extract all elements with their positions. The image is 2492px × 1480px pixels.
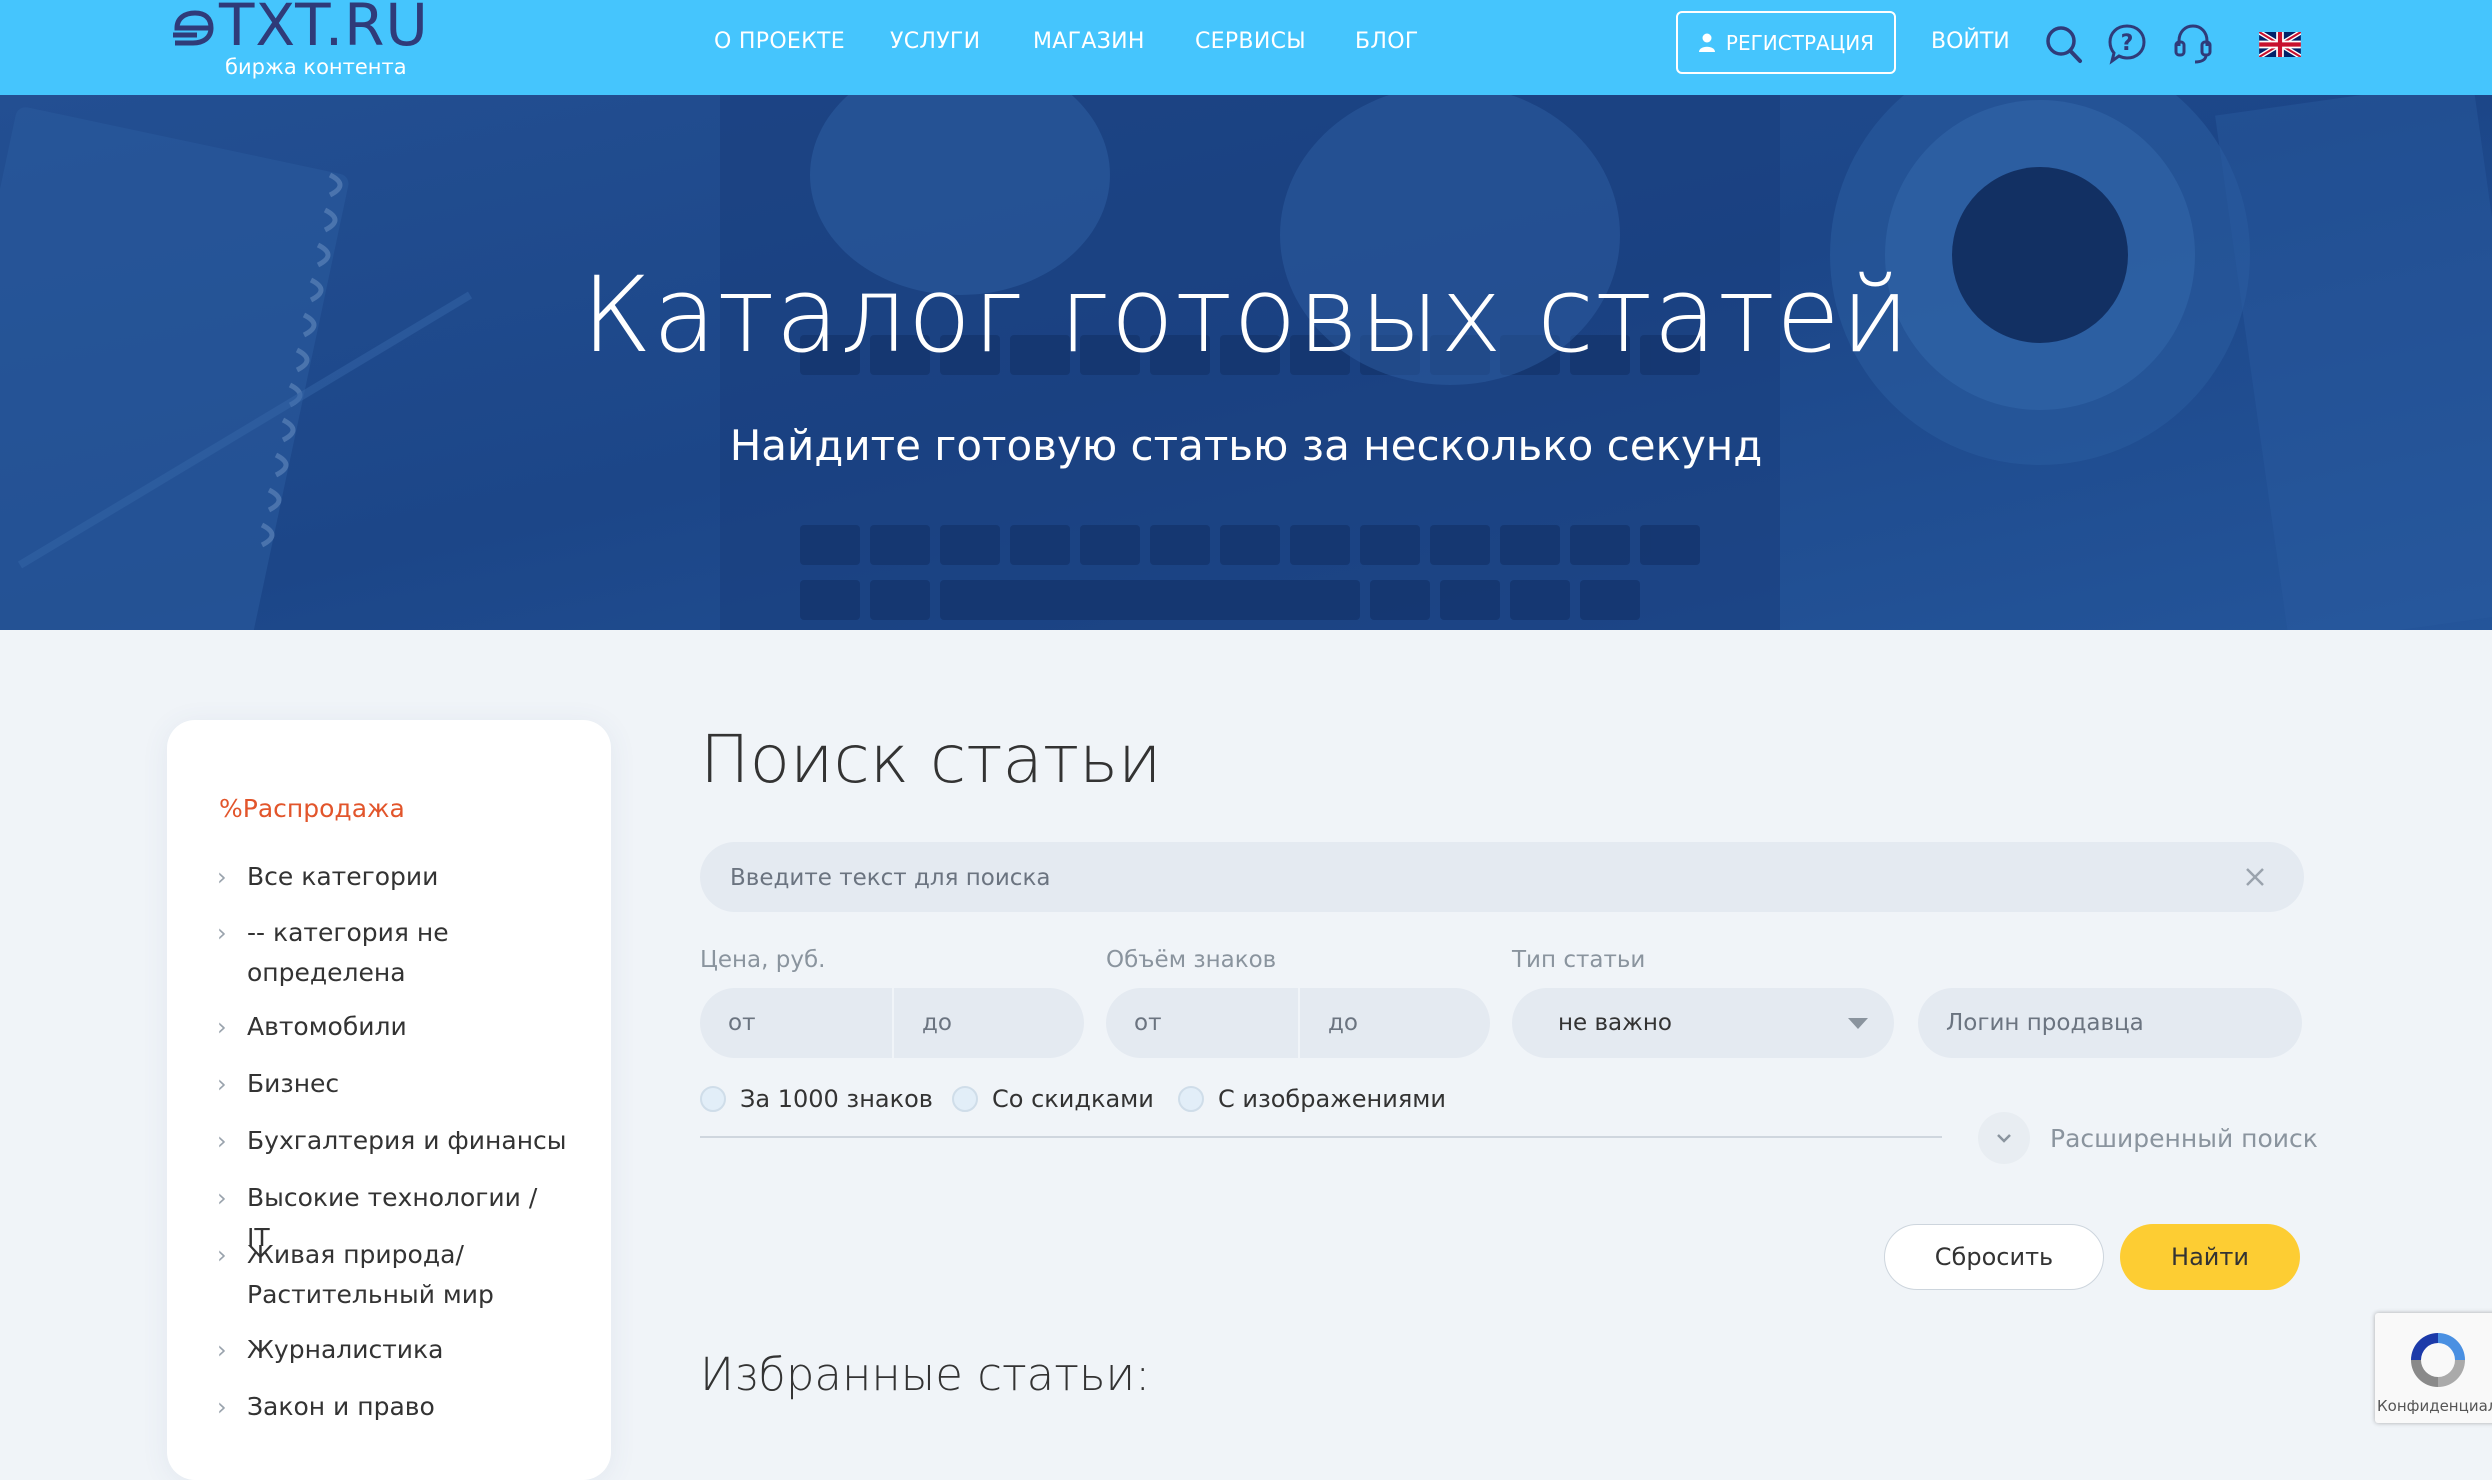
register-label: РЕГИСТРАЦИЯ	[1725, 30, 1875, 55]
logo-text: TXT.RU	[219, 0, 429, 59]
percent-icon: %	[219, 794, 243, 823]
chevron-right-icon: ›	[217, 863, 227, 891]
top-header: TXT.RU биржа контента О ПРОЕКТЕ УСЛУГИ М…	[0, 0, 2492, 95]
hero-banner: Каталог готовых статей Найдите готовую с…	[0, 95, 2492, 630]
checkbox-per-1000[interactable]: За 1000 знаков	[700, 1084, 933, 1114]
advanced-search-label: Расширенный поиск	[2050, 1123, 2318, 1153]
login-link[interactable]: ВОЙТИ	[1931, 29, 2010, 54]
sale-label: Распродажа	[242, 794, 405, 823]
user-icon	[1698, 33, 1715, 52]
article-type-select[interactable]: не важно	[1512, 988, 1894, 1058]
price-from-field[interactable]: от	[700, 988, 892, 1058]
checkbox-images[interactable]: С изображениями	[1178, 1084, 1446, 1114]
svg-text:?: ?	[2121, 31, 2134, 56]
close-icon[interactable]	[2240, 862, 2270, 892]
sidebar-item-cars[interactable]: Автомобили	[247, 1007, 567, 1047]
checkbox-discounts[interactable]: Со скидками	[952, 1084, 1154, 1114]
checkbox-label: Со скидками	[992, 1085, 1154, 1113]
sidebar-item-undefined[interactable]: -- категория не определена	[247, 913, 567, 993]
uk-flag-icon[interactable]	[2259, 32, 2301, 57]
category-sidebar: %Распродажа › Все категории › -- категор…	[167, 720, 611, 1480]
search-icon[interactable]	[2044, 22, 2084, 66]
chevron-right-icon: ›	[217, 1070, 227, 1098]
checkbox-label: За 1000 знаков	[740, 1085, 933, 1113]
hero-title: Каталог готовых статей	[581, 254, 1911, 376]
chevron-right-icon: ›	[217, 1336, 227, 1364]
chevron-right-icon: ›	[217, 919, 227, 947]
price-label: Цена, руб.	[700, 947, 826, 973]
register-button[interactable]: РЕГИСТРАЦИЯ	[1676, 11, 1896, 74]
sidebar-item-all[interactable]: Все категории	[247, 857, 567, 897]
seller-login-field[interactable]: Логин продавца	[1918, 988, 2302, 1058]
chevron-right-icon: ›	[217, 1013, 227, 1041]
chevron-down-icon	[1848, 1018, 1868, 1029]
recaptcha-label: Конфиденциал	[2377, 1397, 2492, 1415]
nav-item-about[interactable]: О ПРОЕКТЕ	[714, 29, 845, 54]
volume-to-field[interactable]: до	[1300, 988, 1490, 1058]
site-logo[interactable]: TXT.RU биржа контента	[167, 0, 457, 86]
recaptcha-icon	[2411, 1333, 2465, 1387]
nav-item-blog[interactable]: БЛОГ	[1355, 29, 1419, 54]
chevron-right-icon: ›	[217, 1184, 227, 1212]
type-label: Тип статьи	[1512, 947, 1646, 973]
search-input[interactable]	[728, 842, 2212, 914]
article-type-value: не важно	[1558, 1010, 1672, 1036]
sidebar-item-sale[interactable]: %Распродажа	[219, 794, 405, 823]
favorites-title: Избранные статьи:	[700, 1348, 1151, 1401]
chevron-right-icon: ›	[217, 1127, 227, 1155]
chevron-right-icon: ›	[217, 1393, 227, 1421]
advanced-search-circle[interactable]	[1978, 1112, 2030, 1164]
volume-label: Объём знаков	[1106, 947, 1277, 973]
chevron-down-icon	[1997, 1134, 2011, 1143]
sidebar-item-nature[interactable]: Живая природа/ Растительный мир	[247, 1235, 567, 1315]
volume-from-field[interactable]: от	[1106, 988, 1298, 1058]
sidebar-item-finance[interactable]: Бухгалтерия и финансы	[247, 1121, 567, 1161]
search-box	[700, 842, 2304, 914]
checkbox-box[interactable]	[700, 1086, 726, 1112]
checkbox-label: С изображениями	[1218, 1085, 1446, 1113]
logo-tagline: биржа контента	[225, 55, 407, 79]
find-button[interactable]: Найти	[2120, 1224, 2300, 1290]
nav-item-tools[interactable]: СЕРВИСЫ	[1195, 29, 1306, 54]
advanced-search-toggle[interactable]: Расширенный поиск	[1978, 1112, 2318, 1164]
recaptcha-badge[interactable]: Конфиденциал	[2375, 1313, 2492, 1423]
checkbox-box[interactable]	[952, 1086, 978, 1112]
sidebar-item-business[interactable]: Бизнес	[247, 1064, 567, 1104]
chevron-right-icon: ›	[217, 1241, 227, 1269]
nav-item-services[interactable]: УСЛУГИ	[890, 29, 980, 54]
checkbox-box[interactable]	[1178, 1086, 1204, 1112]
sidebar-item-law[interactable]: Закон и право	[247, 1387, 567, 1427]
help-icon[interactable]: ?	[2107, 22, 2147, 66]
sidebar-item-journalism[interactable]: Журналистика	[247, 1330, 567, 1370]
support-headset-icon[interactable]	[2173, 22, 2213, 66]
price-to-field[interactable]: до	[894, 988, 1084, 1058]
search-title: Поиск статьи	[700, 721, 1162, 798]
logo-mark-icon	[173, 10, 214, 46]
divider-line	[700, 1136, 1942, 1138]
nav-item-shop[interactable]: МАГАЗИН	[1033, 29, 1145, 54]
reset-button[interactable]: Сбросить	[1884, 1224, 2104, 1290]
hero-subtitle: Найдите готовую статью за несколько секу…	[729, 421, 1763, 470]
